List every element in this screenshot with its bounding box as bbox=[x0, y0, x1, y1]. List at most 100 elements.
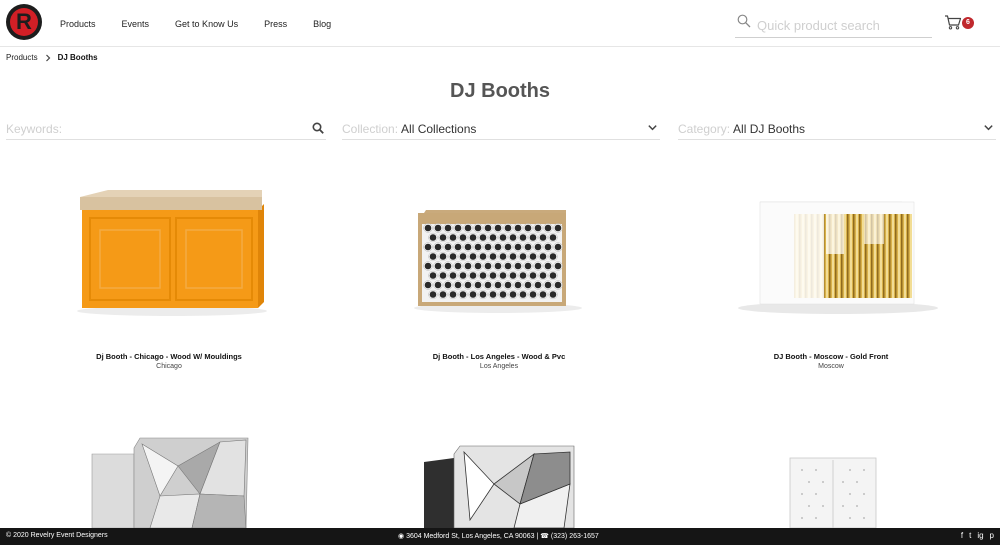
footer-phone[interactable]: (323) 263-1657 bbox=[551, 533, 599, 540]
tube-hole bbox=[444, 243, 452, 251]
tube-hole bbox=[554, 262, 562, 270]
breadcrumb-products[interactable]: Products bbox=[6, 53, 38, 62]
twitter-icon[interactable]: t bbox=[969, 531, 971, 541]
search-icon[interactable] bbox=[312, 122, 324, 134]
category-select[interactable]: Category: All DJ Booths bbox=[678, 118, 996, 140]
breadcrumb-current: DJ Booths bbox=[57, 53, 98, 62]
tube-hole bbox=[424, 262, 432, 270]
tube-hole bbox=[554, 243, 562, 251]
tube-hole bbox=[444, 224, 452, 232]
quick-search bbox=[735, 12, 932, 38]
instagram-icon[interactable]: ig bbox=[977, 531, 983, 541]
tube-hole bbox=[514, 262, 522, 270]
chevron-right-icon bbox=[45, 54, 50, 61]
tube-hole bbox=[424, 243, 432, 251]
tube-hole bbox=[534, 224, 542, 232]
tube-hole bbox=[474, 243, 482, 251]
product-image-tufted-booth[interactable] bbox=[786, 456, 880, 528]
tube-hole bbox=[449, 253, 457, 260]
tube-hole bbox=[544, 224, 552, 232]
tube-hole bbox=[509, 253, 517, 260]
tube-hole bbox=[464, 262, 472, 270]
tube-hole bbox=[504, 224, 512, 232]
product-card[interactable]: Dj Booth - Los Angeles - Wood & Pvc Los … bbox=[344, 180, 654, 380]
tube-hole bbox=[459, 272, 467, 279]
tube-hole bbox=[444, 262, 452, 270]
tube-hole bbox=[459, 234, 467, 241]
search-icon[interactable] bbox=[737, 14, 751, 28]
chevron-down-icon bbox=[648, 125, 657, 131]
tube-hole bbox=[509, 291, 517, 298]
tube-hole bbox=[439, 291, 447, 298]
tube-hole bbox=[434, 224, 442, 232]
tube-hole bbox=[479, 272, 487, 279]
nav-events[interactable]: Events bbox=[122, 19, 150, 29]
tube-hole bbox=[554, 224, 562, 232]
collection-select[interactable]: Collection: All Collections bbox=[342, 118, 660, 140]
tube-hole bbox=[494, 262, 502, 270]
tube-hole bbox=[534, 243, 542, 251]
keywords-filter[interactable]: Keywords: bbox=[6, 118, 326, 140]
tube-hole bbox=[539, 253, 547, 260]
product-name[interactable]: DJ Booth - Moscow - Gold Front bbox=[676, 352, 986, 361]
tube-hole bbox=[449, 234, 457, 241]
location-pin-icon: ◉ bbox=[398, 533, 405, 540]
tube-hole bbox=[464, 281, 472, 289]
tube-hole bbox=[484, 224, 492, 232]
quick-search-input[interactable] bbox=[757, 16, 927, 34]
cart-count-badge: 6 bbox=[962, 17, 974, 29]
tube-hole bbox=[424, 281, 432, 289]
product-name[interactable]: Dj Booth - Chicago - Wood W/ Mouldings bbox=[14, 352, 324, 361]
tube-hole bbox=[494, 243, 502, 251]
site-header: R Products Events Get to Know Us Press B… bbox=[0, 0, 1000, 47]
tube-hole bbox=[514, 224, 522, 232]
tube-hole bbox=[459, 291, 467, 298]
tube-hole bbox=[489, 234, 497, 241]
product-image-mirror-booth-1[interactable] bbox=[80, 436, 260, 528]
nav-blog[interactable]: Blog bbox=[313, 19, 331, 29]
product-image-los-angeles[interactable] bbox=[344, 180, 654, 340]
tube-hole bbox=[439, 253, 447, 260]
tube-hole bbox=[474, 281, 482, 289]
product-image-moscow[interactable] bbox=[676, 180, 986, 340]
product-image-chicago[interactable] bbox=[14, 180, 324, 340]
nav-products[interactable]: Products bbox=[60, 19, 96, 29]
tube-hole bbox=[479, 253, 487, 260]
tube-hole bbox=[479, 234, 487, 241]
category-value: All DJ Booths bbox=[733, 122, 806, 136]
product-card[interactable]: Dj Booth - Chicago - Wood W/ Mouldings C… bbox=[14, 180, 324, 380]
copyright-text: © 2020 Revelry Event Designers bbox=[6, 532, 108, 539]
facebook-icon[interactable]: f bbox=[961, 531, 963, 541]
product-city: Chicago bbox=[156, 363, 182, 370]
category-label: Category: bbox=[678, 122, 731, 136]
tube-hole bbox=[484, 243, 492, 251]
keywords-label: Keywords: bbox=[6, 122, 63, 136]
breadcrumb: Products DJ Booths bbox=[6, 53, 98, 62]
pinterest-icon[interactable]: p bbox=[990, 531, 994, 541]
revelry-logo[interactable]: R bbox=[6, 4, 42, 40]
tube-hole bbox=[469, 272, 477, 279]
product-card[interactable]: DJ Booth - Moscow - Gold Front Moscow bbox=[676, 180, 986, 380]
tube-hole bbox=[539, 291, 547, 298]
tube-hole bbox=[509, 272, 517, 279]
cart-button[interactable]: 6 bbox=[944, 14, 974, 34]
nav-press[interactable]: Press bbox=[264, 19, 287, 29]
tube-hole bbox=[449, 272, 457, 279]
tube-hole bbox=[549, 272, 557, 279]
tube-hole bbox=[454, 281, 462, 289]
tube-hole bbox=[434, 262, 442, 270]
tube-hole bbox=[439, 272, 447, 279]
main-nav: Products Events Get to Know Us Press Blo… bbox=[60, 0, 363, 47]
footer-address[interactable]: 3604 Medford St, Los Angeles, CA 90063 bbox=[406, 533, 534, 540]
tube-hole bbox=[504, 281, 512, 289]
tube-hole bbox=[499, 253, 507, 260]
tube-hole bbox=[524, 281, 532, 289]
tube-hole bbox=[554, 281, 562, 289]
tube-hole bbox=[519, 253, 527, 260]
product-image-mirror-booth-2[interactable] bbox=[424, 444, 580, 528]
nav-get-to-know-us[interactable]: Get to Know Us bbox=[175, 19, 238, 29]
product-name[interactable]: Dj Booth - Los Angeles - Wood & Pvc bbox=[344, 352, 654, 361]
tube-hole bbox=[524, 262, 532, 270]
tube-hole bbox=[439, 234, 447, 241]
tube-hole bbox=[514, 243, 522, 251]
